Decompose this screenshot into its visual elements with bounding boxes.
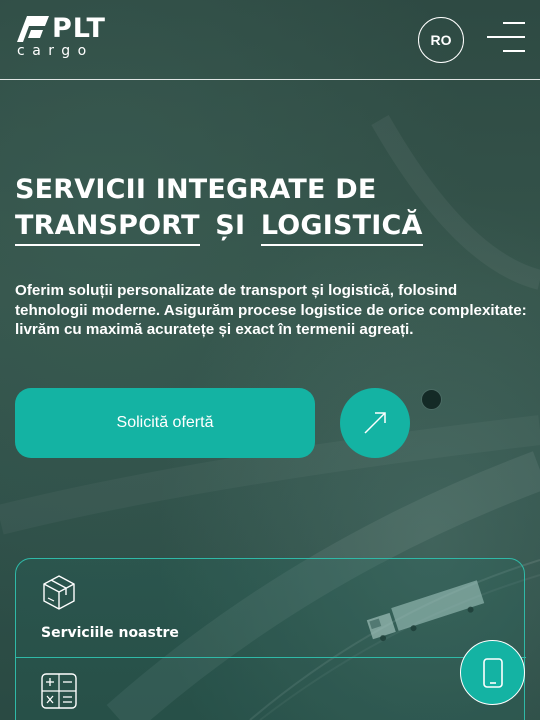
hero-title-line1: SERVICII INTEGRATE DE — [15, 174, 377, 205]
arrow-button[interactable] — [340, 388, 410, 458]
language-button[interactable]: RO — [418, 17, 464, 63]
services-card: Serviciile noastre — [15, 558, 526, 720]
hero-title-connector: ȘI — [215, 210, 246, 241]
calculator-icon — [41, 673, 77, 709]
logo-text: PLT — [52, 13, 106, 44]
calculator-item[interactable] — [16, 658, 526, 720]
logo-subtext: cargo — [17, 43, 94, 59]
box-icon — [43, 575, 75, 610]
services-item[interactable]: Serviciile noastre — [16, 559, 526, 658]
phone-icon — [482, 657, 503, 688]
phone-button[interactable] — [460, 640, 525, 705]
services-label: Serviciile noastre — [41, 625, 179, 641]
logo-mark-icon — [17, 16, 49, 42]
scroll-indicator — [421, 389, 442, 410]
site-header: PLT cargo RO — [0, 0, 540, 80]
hero-description: Oferim soluții personalizate de transpor… — [15, 282, 527, 338]
request-offer-button[interactable]: Solicită ofertă — [15, 388, 315, 458]
logo[interactable]: PLT cargo — [15, 13, 125, 62]
hamburger-menu-icon[interactable] — [487, 22, 525, 52]
arrow-up-right-icon — [364, 412, 386, 434]
hero-title-transport: TRANSPORT — [15, 209, 200, 246]
hero-title: SERVICII INTEGRATE DE TRANSPORT ȘI LOGIS… — [15, 172, 515, 246]
hero-title-logistics: LOGISTICĂ — [260, 209, 423, 246]
